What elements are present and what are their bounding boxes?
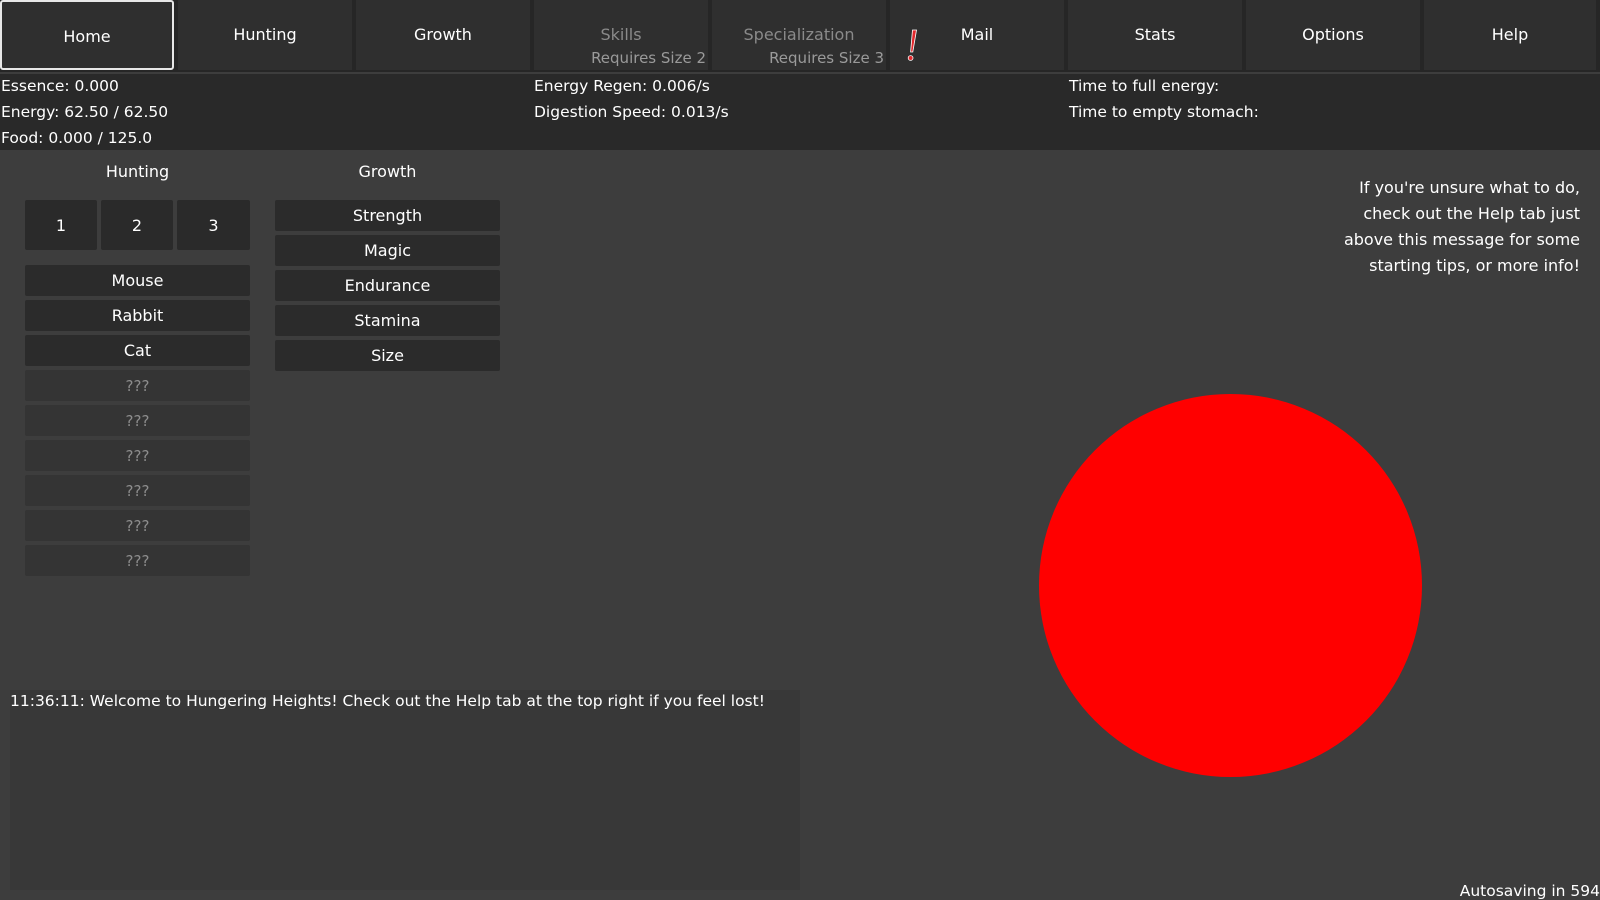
growth-strength-button[interactable]: Strength bbox=[275, 200, 500, 231]
tab-specialization-label: Specialization bbox=[743, 25, 855, 44]
hunting-title: Hunting bbox=[105, 162, 170, 181]
growth-stamina-button[interactable]: Stamina bbox=[275, 305, 500, 336]
log-entry: 11:36:11: Welcome to Hungering Heights! … bbox=[10, 692, 765, 710]
tab-options-label: Options bbox=[1302, 25, 1364, 44]
time-to-full-energy-stat: Time to full energy: bbox=[1069, 77, 1220, 95]
growth-endurance-button[interactable]: Endurance bbox=[275, 270, 500, 301]
message-log[interactable]: 11:36:11: Welcome to Hungering Heights! … bbox=[10, 690, 800, 890]
hunt-locked-button[interactable]: ??? bbox=[25, 545, 250, 576]
tab-home-label: Home bbox=[63, 27, 111, 46]
stats-bar: Essence: 0.000 Energy: 62.50 / 62.50 Foo… bbox=[0, 74, 1600, 150]
tab-hunting-label: Hunting bbox=[233, 25, 297, 44]
help-message: If you're unsure what to do, check out t… bbox=[1343, 178, 1580, 275]
tab-hunting[interactable]: Hunting bbox=[178, 0, 352, 70]
hunt-locked-button[interactable]: ??? bbox=[25, 440, 250, 471]
player-orb[interactable] bbox=[1039, 394, 1422, 777]
hunt-multiplier-3-button[interactable]: 3 bbox=[177, 200, 250, 250]
game-screen: Home Hunting Growth Skills Requires Size… bbox=[0, 0, 1600, 900]
hunt-locked-button[interactable]: ??? bbox=[25, 405, 250, 436]
energy-regen-stat: Energy Regen: 0.006/s bbox=[534, 77, 710, 95]
tab-skills-requirement: Requires Size 2 bbox=[591, 49, 706, 67]
hunt-locked-button[interactable]: ??? bbox=[25, 475, 250, 506]
tab-specialization-requirement: Requires Size 3 bbox=[769, 49, 884, 67]
hunt-multiplier-2-button[interactable]: 2 bbox=[101, 200, 173, 250]
digestion-speed-stat: Digestion Speed: 0.013/s bbox=[534, 103, 729, 121]
tab-mail-label: Mail bbox=[960, 25, 994, 44]
tab-mail[interactable]: Mail bbox=[890, 0, 1064, 70]
tab-skills-label: Skills bbox=[600, 25, 642, 44]
tab-help[interactable]: Help bbox=[1424, 0, 1596, 70]
autosave-timer: Autosaving in 594 bbox=[1459, 882, 1600, 900]
hunt-locked-button[interactable]: ??? bbox=[25, 510, 250, 541]
tab-growth-label: Growth bbox=[414, 25, 472, 44]
energy-stat: Energy: 62.50 / 62.50 bbox=[1, 103, 169, 121]
hunt-mouse-button[interactable]: Mouse bbox=[25, 265, 250, 296]
food-stat: Food: 0.000 / 125.0 bbox=[1, 129, 153, 147]
time-to-empty-stomach-stat: Time to empty stomach: bbox=[1069, 103, 1259, 121]
top-nav: Home Hunting Growth Skills Requires Size… bbox=[0, 0, 1600, 72]
tab-help-label: Help bbox=[1491, 25, 1529, 44]
player-orb-circle bbox=[1039, 394, 1422, 777]
hunt-multiplier-1-button[interactable]: 1 bbox=[25, 200, 97, 250]
tab-stats-label: Stats bbox=[1134, 25, 1176, 44]
tab-home[interactable]: Home bbox=[0, 0, 174, 70]
tab-stats[interactable]: Stats bbox=[1068, 0, 1242, 70]
growth-size-button[interactable]: Size bbox=[275, 340, 500, 371]
growth-title: Growth bbox=[358, 162, 417, 181]
tab-skills[interactable]: Skills Requires Size 2 bbox=[534, 0, 708, 70]
tab-growth[interactable]: Growth bbox=[356, 0, 530, 70]
tab-options[interactable]: Options bbox=[1246, 0, 1420, 70]
hunt-locked-button[interactable]: ??? bbox=[25, 370, 250, 401]
hunt-cat-button[interactable]: Cat bbox=[25, 335, 250, 366]
hunt-rabbit-button[interactable]: Rabbit bbox=[25, 300, 250, 331]
tab-specialization[interactable]: Specialization Requires Size 3 bbox=[712, 0, 886, 70]
essence-stat: Essence: 0.000 bbox=[1, 77, 119, 95]
growth-magic-button[interactable]: Magic bbox=[275, 235, 500, 266]
